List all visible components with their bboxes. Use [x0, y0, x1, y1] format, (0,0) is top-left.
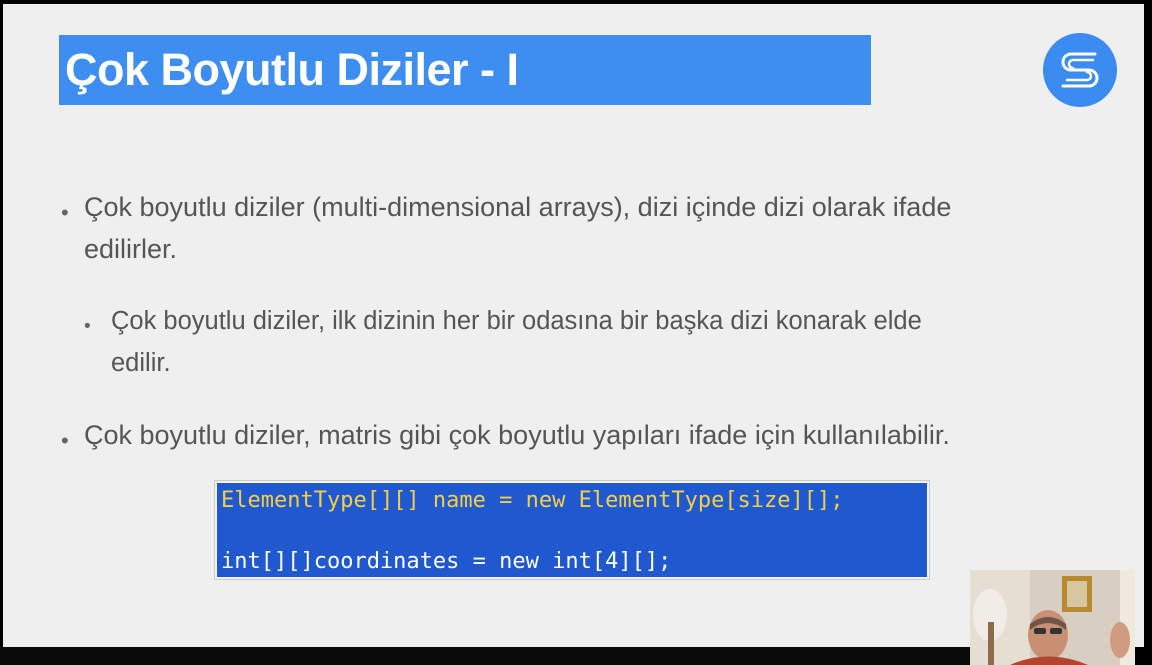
code-block: ElementType[][] name = new ElementType[s… [215, 481, 929, 579]
webcam-overlay [970, 570, 1135, 665]
bullet-dot: • [61, 200, 69, 225]
bullet-1-line-1: Çok boyutlu diziler (multi-dimensional a… [84, 192, 952, 222]
screen: Çok Boyutlu Diziler - I • Çok boyutlu di… [0, 0, 1152, 665]
bullet-dot: • [61, 428, 69, 453]
title-bar: Çok Boyutlu Diziler - I [59, 35, 871, 105]
slide-title: Çok Boyutlu Diziler - I [65, 44, 519, 95]
code-line-2: int[][]coordinates = new int[4][]; [221, 549, 672, 574]
presentation-slide: Çok Boyutlu Diziler - I • Çok boyutlu di… [3, 4, 1144, 647]
sub-bullet-dot: • [84, 316, 91, 337]
bullet-2-line-2: edilir. [111, 349, 171, 377]
stream-s-logo-icon [1043, 33, 1117, 107]
code-line-1: ElementType[][] name = new ElementType[s… [221, 488, 844, 513]
bullet-3-line-1: Çok boyutlu diziler, matris gibi çok boy… [84, 420, 950, 450]
bullet-2-line-1: Çok boyutlu diziler, ilk dizinin her bir… [111, 307, 922, 335]
bullet-1-line-2: edilirler. [84, 234, 178, 264]
bottom-bar [0, 647, 970, 665]
